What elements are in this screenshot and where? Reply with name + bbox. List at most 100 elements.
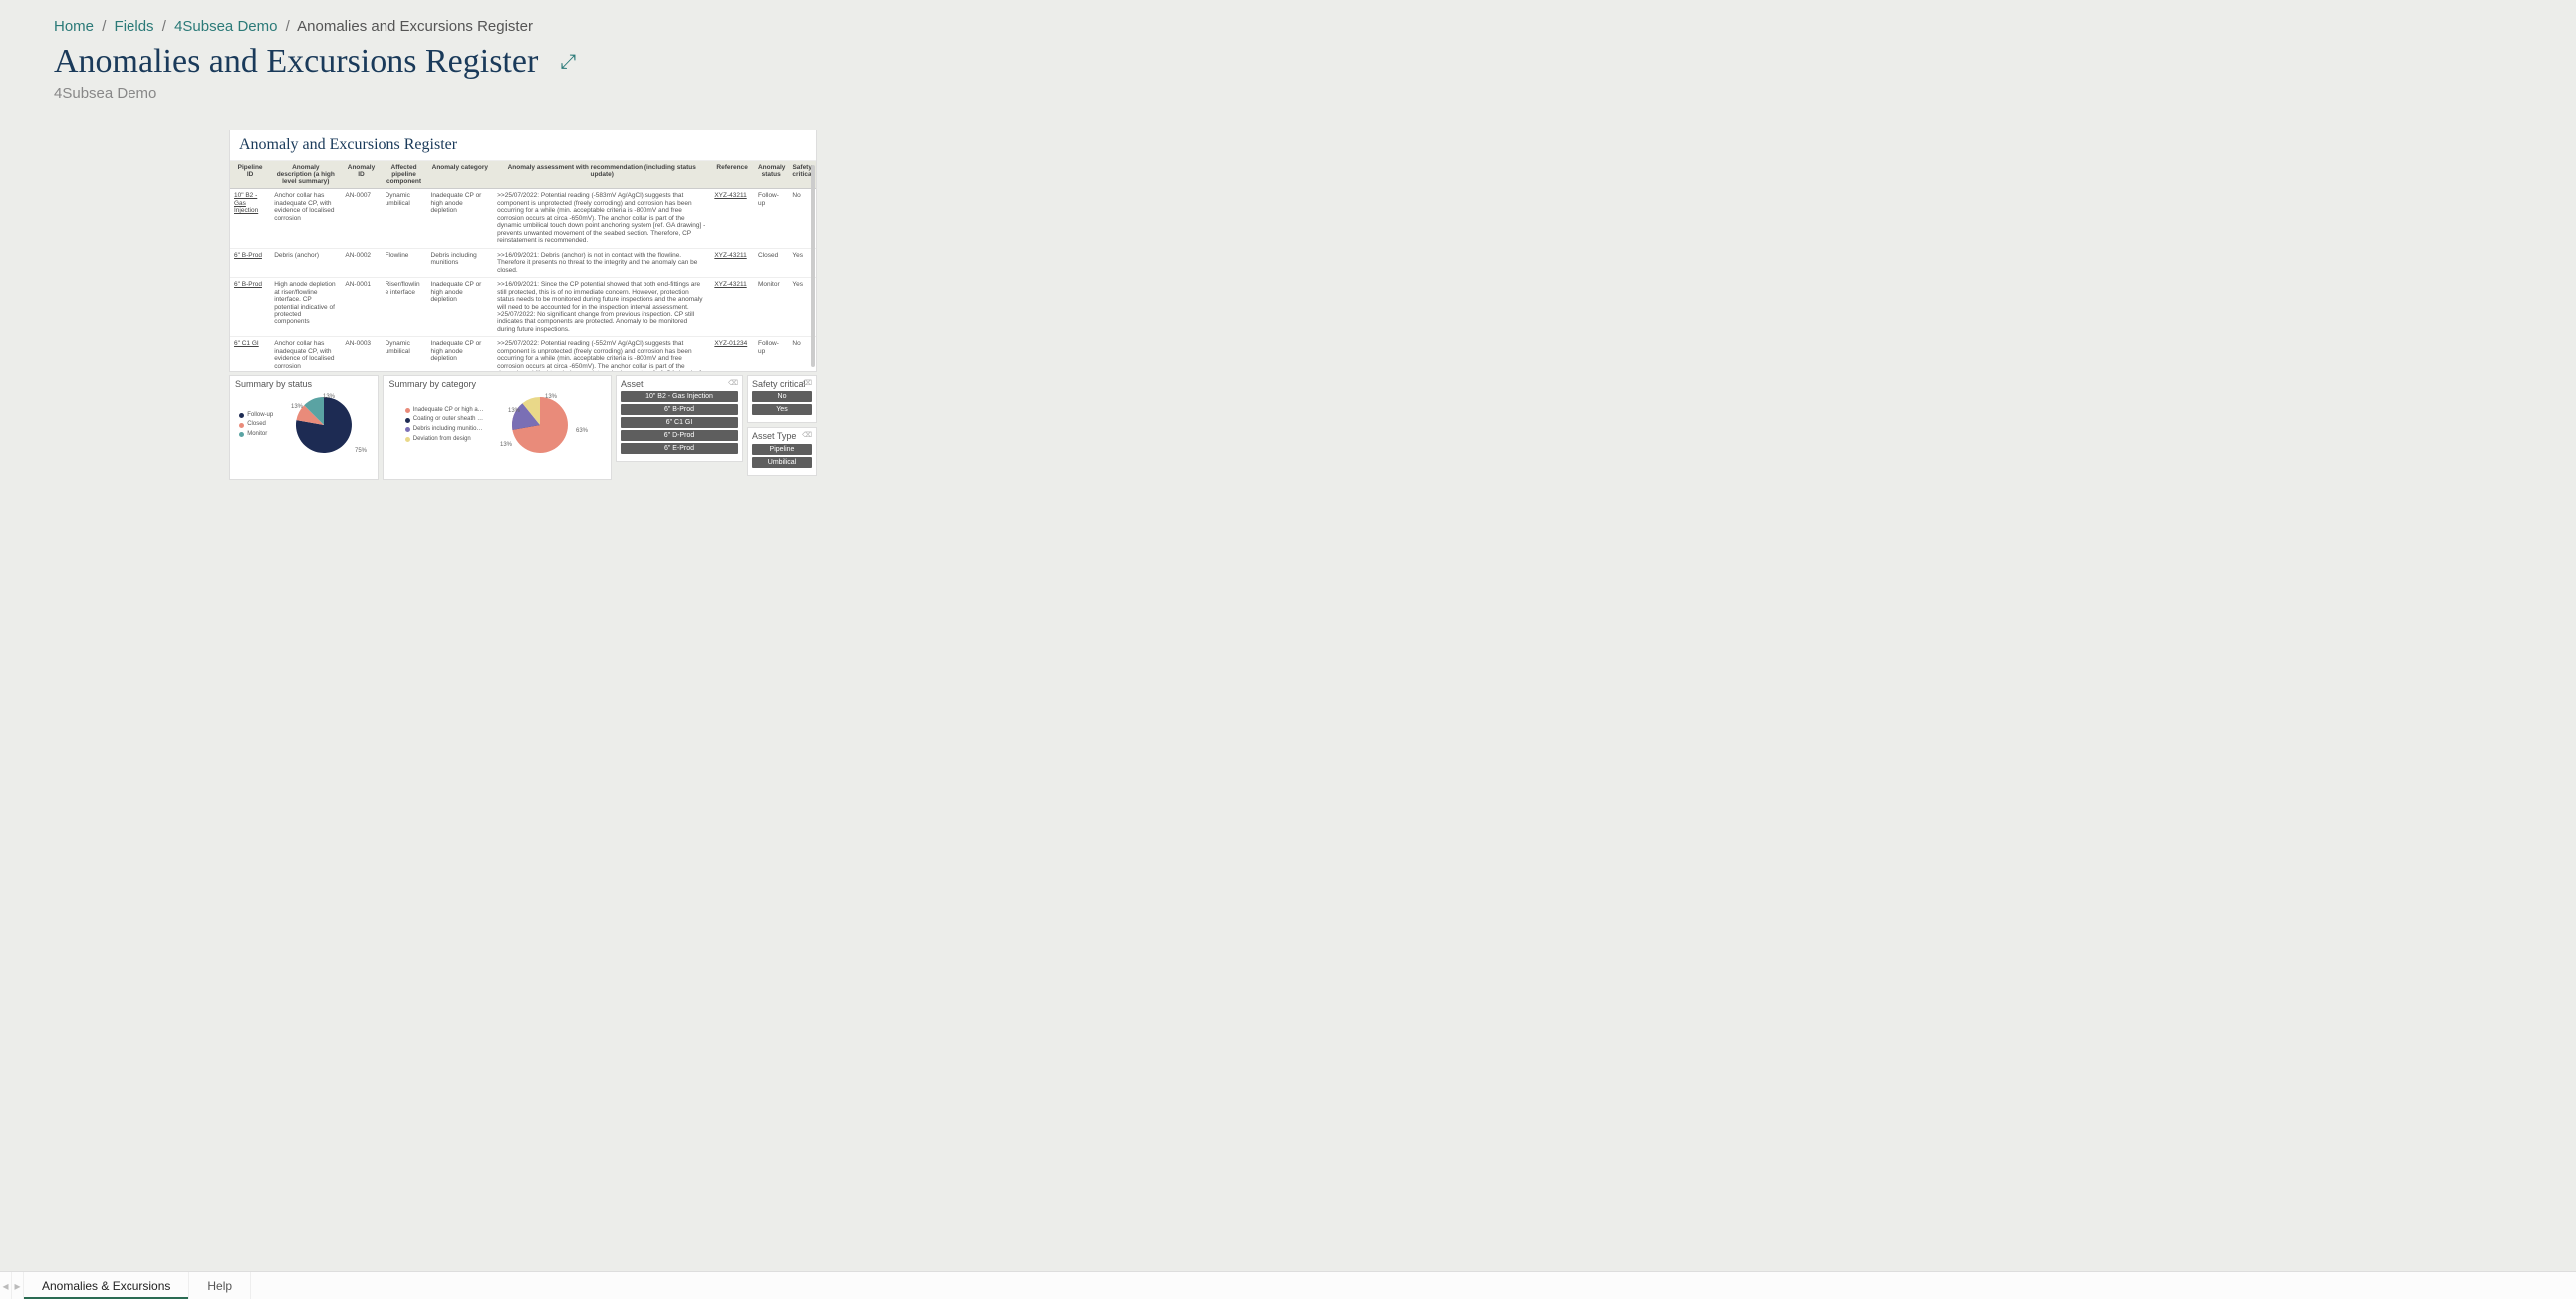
- legend-cp: Inadequate CP or high a…: [413, 406, 484, 416]
- cell-desc: High anode depletion at riser/flowline i…: [270, 278, 341, 337]
- cell-pipeline-id[interactable]: 10" B2 - Gas Injection: [230, 189, 270, 248]
- pie-label: 13%: [508, 408, 521, 414]
- clear-filter-icon[interactable]: ⌫: [728, 379, 738, 387]
- summary-status-title: Summary by status: [235, 379, 373, 389]
- asset-filter: ⌫ Asset 10" B2 - Gas Injection 6" B-Prod 6…: [616, 375, 743, 462]
- cell-cat: Inadequate CP or high anode depletion: [427, 337, 494, 371]
- col-category[interactable]: Anomaly category: [427, 161, 494, 189]
- register-panel: Anomaly and Excursions Register Pipeline…: [229, 130, 817, 372]
- breadcrumb-sep: /: [102, 18, 106, 35]
- safety-filter-item[interactable]: Yes: [752, 404, 812, 415]
- col-anomaly-id[interactable]: Anomaly ID: [341, 161, 381, 189]
- cell-cat: Debris including munitions: [427, 248, 494, 277]
- pie-label: 13%: [545, 394, 558, 400]
- cell-assess: >>25/07/2022: Potential reading (-552mV …: [493, 337, 710, 371]
- safety-filter: ⌫ Safety critical NoYes: [747, 375, 817, 423]
- asset-filter-item[interactable]: 10" B2 - Gas Injection: [621, 391, 738, 402]
- category-pie-chart[interactable]: 13% 13% 13% 63%: [490, 390, 590, 460]
- table-scroll[interactable]: Pipeline ID Anomaly description (a high …: [230, 161, 816, 371]
- anomalies-table: Pipeline ID Anomaly description (a high …: [230, 161, 816, 371]
- clear-filter-icon[interactable]: ⌫: [802, 379, 812, 387]
- status-legend: Follow-up Closed Monitor: [239, 411, 273, 440]
- panel-title: Anomaly and Excursions Register: [230, 130, 816, 161]
- legend-followup: Follow-up: [247, 411, 273, 421]
- cell-ref[interactable]: XYZ-01234: [710, 337, 754, 371]
- cell-desc: Debris (anchor): [270, 248, 341, 277]
- cell-cat: Inadequate CP or high anode depletion: [427, 278, 494, 337]
- page-title: Anomalies and Excursions Register: [54, 43, 538, 81]
- pie-label: 13%: [323, 394, 336, 400]
- legend-coating: Coating or outer sheath …: [413, 415, 483, 425]
- col-description[interactable]: Anomaly description (a high level summar…: [270, 161, 341, 189]
- breadcrumb-sep: /: [162, 18, 166, 35]
- col-pipeline-id[interactable]: Pipeline ID: [230, 161, 270, 189]
- cell-aid: AN-0007: [341, 189, 381, 248]
- cell-pipeline-id[interactable]: 6" B-Prod: [230, 278, 270, 337]
- cell-status: Follow-up: [754, 189, 788, 248]
- asset-filter-item[interactable]: 6" B-Prod: [621, 404, 738, 415]
- category-legend: Inadequate CP or high a… Coating or oute…: [405, 406, 484, 444]
- cell-comp: Dynamic umbilical: [382, 337, 427, 371]
- cell-status: Follow-up: [754, 337, 788, 371]
- table-header-row: Pipeline ID Anomaly description (a high …: [230, 161, 816, 189]
- col-assessment[interactable]: Anomaly assessment with recommendation (…: [493, 161, 710, 189]
- cell-pipeline-id[interactable]: 6" C1 GI: [230, 337, 270, 371]
- cell-assess: >>16/09/2021: Debris (anchor) is not in …: [493, 248, 710, 277]
- cell-status: Closed: [754, 248, 788, 277]
- cell-comp: Dynamic umbilical: [382, 189, 427, 248]
- cell-ref[interactable]: XYZ-43211: [710, 278, 754, 337]
- asset-type-filter-item[interactable]: Umbilical: [752, 457, 812, 468]
- pie-label: 13%: [291, 404, 304, 410]
- asset-filter-item[interactable]: 6" C1 GI: [621, 417, 738, 428]
- tab-prev-icon[interactable]: ◂: [0, 1272, 12, 1299]
- cell-comp: Flowline: [382, 248, 427, 277]
- tab-anomalies[interactable]: Anomalies & Excursions: [24, 1272, 189, 1299]
- cell-cat: Inadequate CP or high anode depletion: [427, 189, 494, 248]
- breadcrumb-home[interactable]: Home: [54, 18, 94, 35]
- cell-comp: Riser/flowline interface: [382, 278, 427, 337]
- breadcrumb-fields[interactable]: Fields: [115, 18, 154, 35]
- pie-label: 63%: [576, 428, 589, 434]
- status-pie-chart[interactable]: 13% 13% 75%: [279, 390, 369, 460]
- summary-category-title: Summary by category: [388, 379, 606, 389]
- legend-monitor: Monitor: [247, 430, 267, 440]
- cell-aid: AN-0001: [341, 278, 381, 337]
- breadcrumb-current: Anomalies and Excursions Register: [297, 18, 533, 35]
- tab-help[interactable]: Help: [189, 1272, 251, 1299]
- asset-filter-title: Asset: [621, 379, 738, 389]
- safety-filter-item[interactable]: No: [752, 391, 812, 402]
- col-component[interactable]: Affected pipeline component: [382, 161, 427, 189]
- legend-closed: Closed: [247, 420, 266, 430]
- cell-desc: Anchor collar has inadequate CP, with ev…: [270, 337, 341, 371]
- summary-status-card: Summary by status Follow-up Closed Monit…: [229, 375, 379, 480]
- asset-type-filter: ⌫ Asset Type PipelineUmbilical: [747, 427, 817, 476]
- cell-aid: AN-0003: [341, 337, 381, 371]
- cell-pipeline-id[interactable]: 6" B-Prod: [230, 248, 270, 277]
- asset-type-filter-item[interactable]: Pipeline: [752, 444, 812, 455]
- clear-filter-icon[interactable]: ⌫: [802, 431, 812, 439]
- table-row[interactable]: 6" C1 GIAnchor collar has inadequate CP,…: [230, 337, 816, 371]
- page-subtitle: 4Subsea Demo: [54, 85, 2522, 102]
- tab-next-icon[interactable]: ▸: [12, 1272, 24, 1299]
- sheet-tabs: ◂ ▸ Anomalies & Excursions Help: [0, 1271, 2576, 1299]
- cell-aid: AN-0002: [341, 248, 381, 277]
- asset-filter-item[interactable]: 6" D-Prod: [621, 430, 738, 441]
- table-row[interactable]: 6" B-ProdHigh anode depletion at riser/f…: [230, 278, 816, 337]
- col-reference[interactable]: Reference: [710, 161, 754, 189]
- legend-deviation: Deviation from design: [413, 435, 471, 445]
- table-row[interactable]: 6" B-ProdDebris (anchor)AN-0002FlowlineD…: [230, 248, 816, 277]
- expand-icon[interactable]: ⤢: [560, 51, 576, 74]
- cell-assess: >>25/07/2022: Potential reading (-583mV …: [493, 189, 710, 248]
- col-status[interactable]: Anomaly status: [754, 161, 788, 189]
- cell-ref[interactable]: XYZ-43211: [710, 189, 754, 248]
- summary-category-card: Summary by category Inadequate CP or hig…: [383, 375, 612, 480]
- table-row[interactable]: 10" B2 - Gas InjectionAnchor collar has …: [230, 189, 816, 248]
- cell-status: Monitor: [754, 278, 788, 337]
- scrollbar[interactable]: [811, 165, 815, 367]
- asset-filter-item[interactable]: 6" E-Prod: [621, 443, 738, 454]
- cell-ref[interactable]: XYZ-43211: [710, 248, 754, 277]
- cell-assess: >>16/09/2021: Since the CP potential sho…: [493, 278, 710, 337]
- breadcrumb-demo[interactable]: 4Subsea Demo: [174, 18, 277, 35]
- pie-label: 13%: [500, 442, 513, 448]
- legend-debris: Debris including munitio…: [413, 425, 483, 435]
